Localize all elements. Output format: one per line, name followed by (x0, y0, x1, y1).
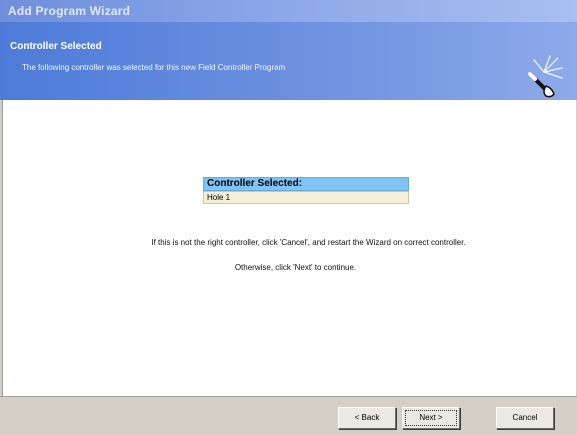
window-title: Add Program Wizard (8, 4, 131, 18)
header-subtitle: The following controller was selected fo… (22, 63, 286, 72)
wizard-header: Controller Selected The following contro… (0, 22, 577, 100)
controller-selected-value: Hole 1 (203, 191, 409, 204)
instruction-message: If this is not the right controller, cli… (151, 238, 466, 247)
wizard-window: Add Program Wizard Controller Selected T… (0, 0, 577, 435)
wizard-footer (0, 396, 577, 435)
next-button[interactable]: Next > (402, 407, 460, 429)
header-title: Controller Selected (10, 41, 102, 52)
cancel-button[interactable]: Cancel (496, 407, 554, 429)
wizard-content-area (2, 100, 576, 396)
title-bar[interactable]: Add Program Wizard (0, 0, 577, 22)
controller-selected-header: Controller Selected: (203, 177, 409, 191)
continue-message: Otherwise, click 'Next' to continue. (234, 263, 357, 272)
back-button[interactable]: < Back (338, 407, 396, 429)
magic-wand-icon (528, 55, 563, 98)
